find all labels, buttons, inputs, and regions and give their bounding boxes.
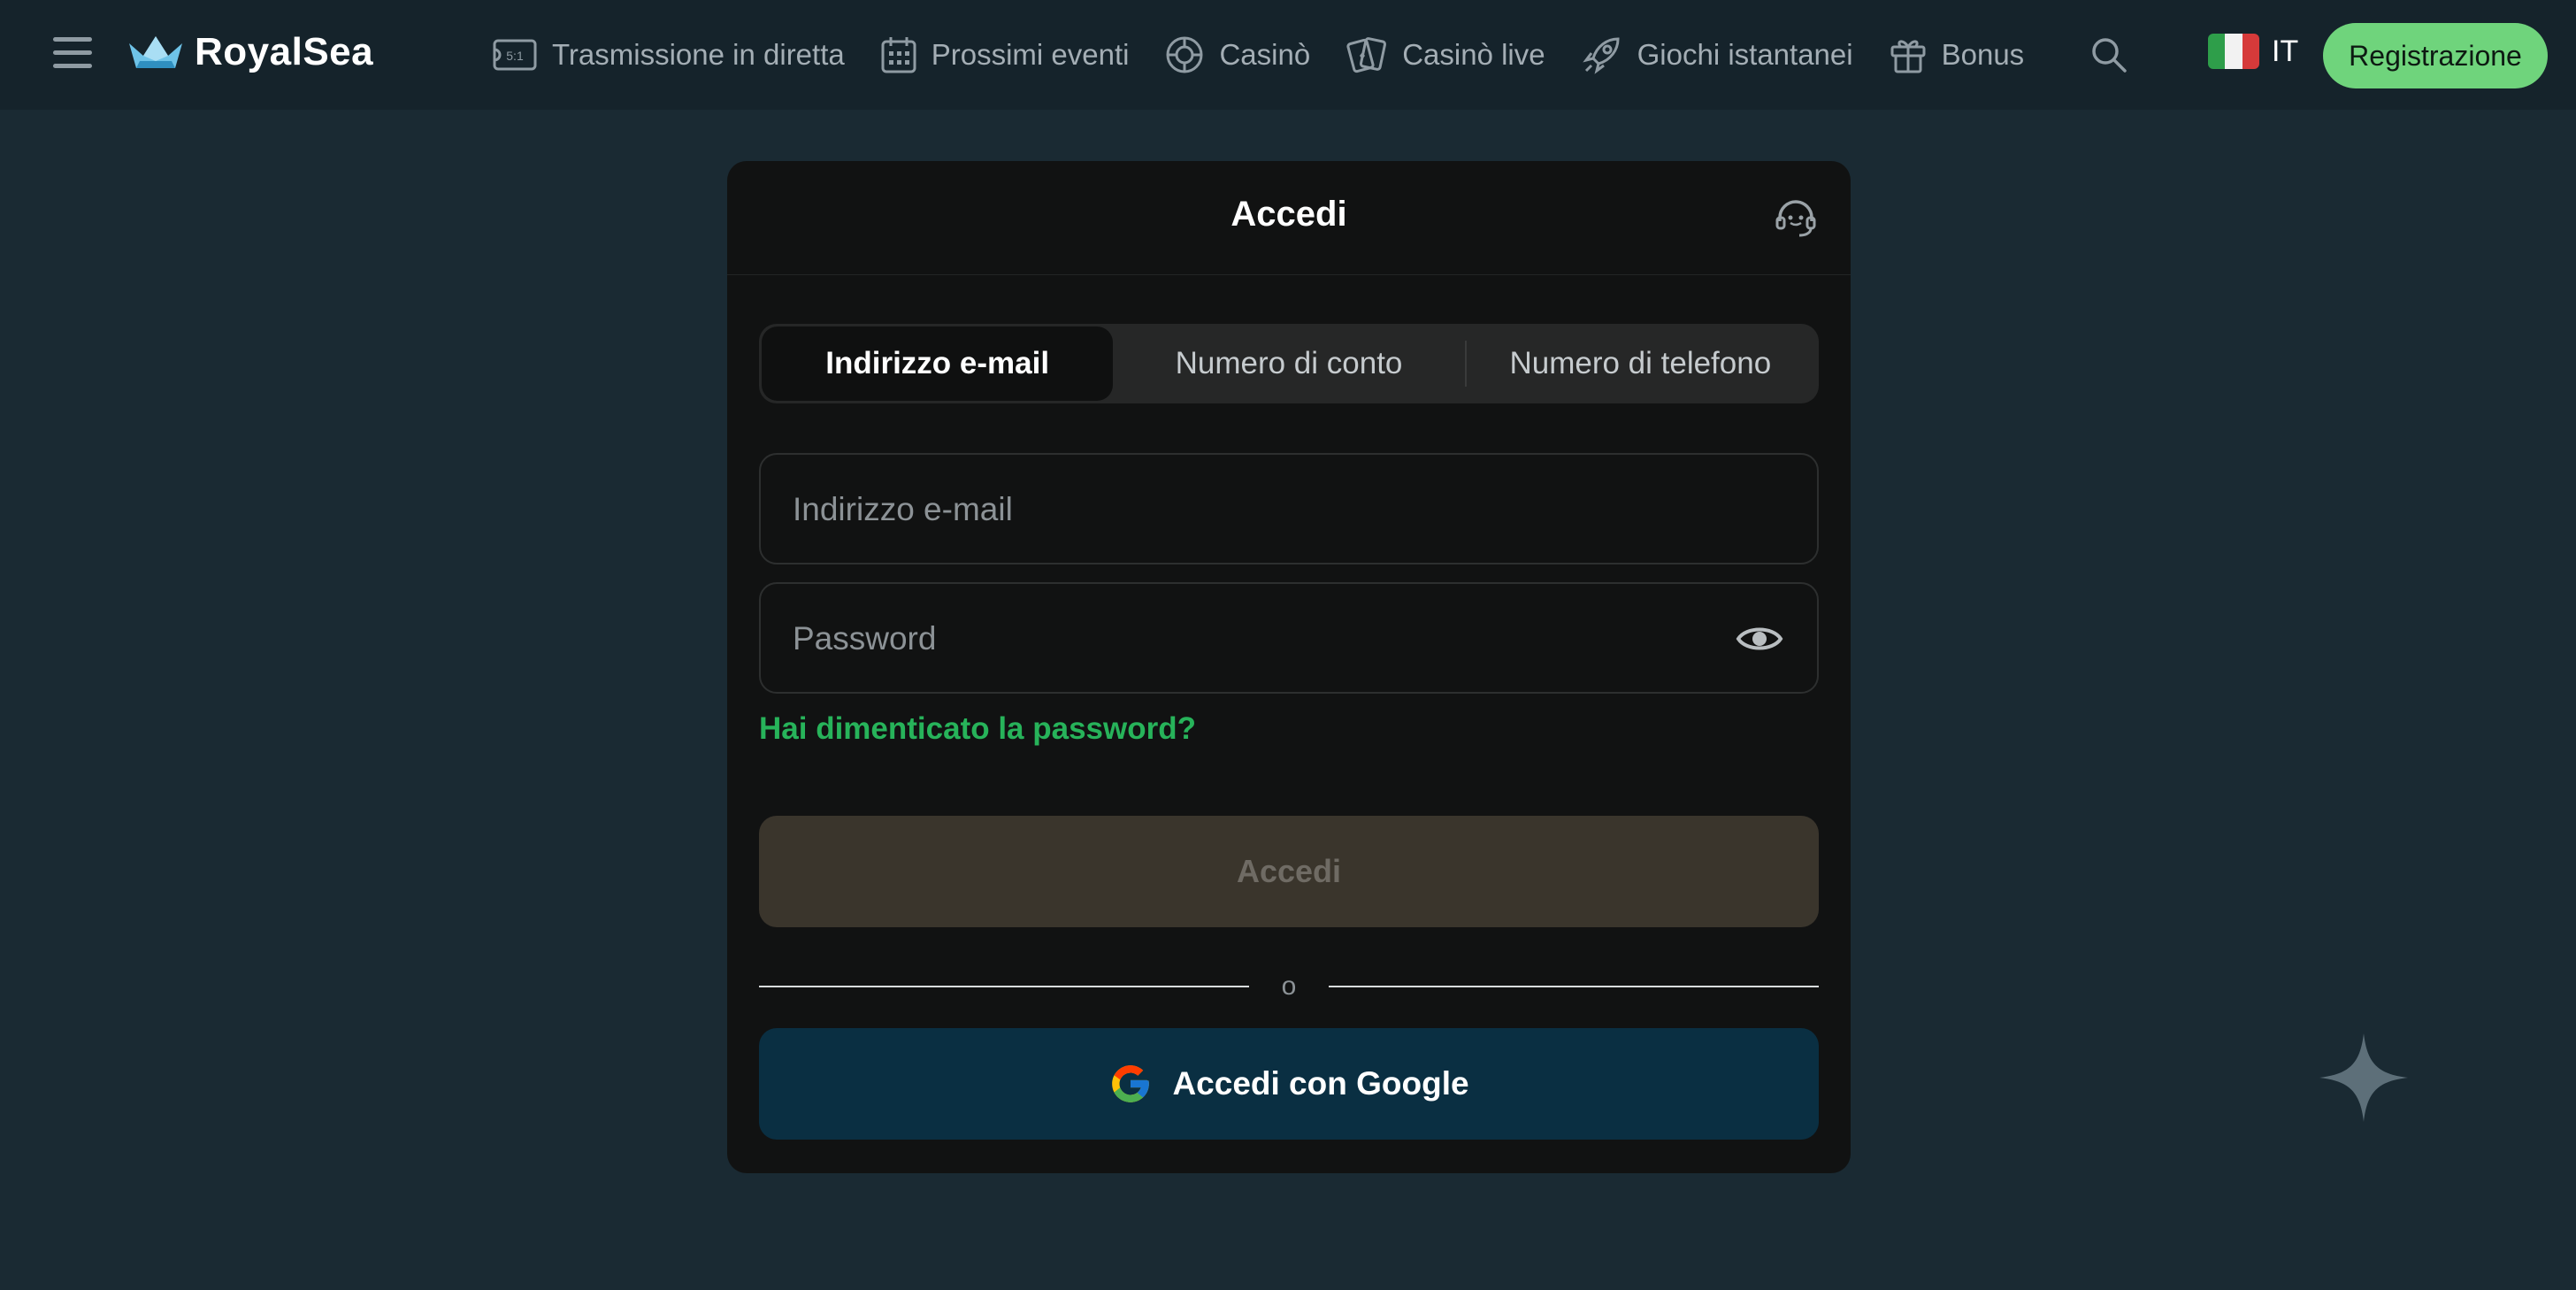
tab-divider [1464,341,1467,387]
login-modal: Accedi Indirizzo e-mail Numero di conto … [727,161,1851,1173]
separator-line [1329,986,1819,987]
roulette-icon [1166,36,1203,73]
cards-icon [1346,37,1387,73]
crown-logo-icon [129,36,182,68]
nav-item-live[interactable]: 5:1 Trasmissione in diretta [492,37,845,73]
italy-flag-icon [2208,34,2259,69]
tab-email[interactable]: Indirizzo e-mail [762,326,1114,401]
nav-label: Casinò [1219,38,1311,71]
nav-label: Trasmissione in diretta [552,38,845,71]
nav-label: Casinò live [1402,38,1545,71]
tab-account-number[interactable]: Numero di conto [1113,326,1464,401]
menu-icon[interactable] [53,37,92,71]
brand-logo[interactable]: RoyalSea [127,30,373,74]
password-input[interactable] [791,584,1679,694]
search-icon[interactable] [2089,35,2128,74]
email-field-container [759,453,1819,564]
calendar-icon [881,37,916,73]
password-field-container [759,582,1819,694]
nav-label: Giochi istantanei [1637,38,1853,71]
modal-header: Accedi [727,161,1851,275]
forgot-password-link[interactable]: Hai dimenticato la password? [759,711,1196,747]
gift-icon [1890,40,1926,73]
google-login-button[interactable]: Accedi con Google [759,1028,1819,1140]
login-submit-button[interactable]: Accedi [759,816,1819,927]
brand-name: RoyalSea [195,30,374,73]
svg-text:5:1: 5:1 [506,49,524,63]
google-button-label: Accedi con Google [1172,1065,1469,1102]
tab-label: Numero di telefono [1509,346,1772,380]
nav-item-bonus[interactable]: Bonus [1889,35,2025,75]
nav-item-upcoming[interactable]: Prossimi eventi [880,35,1130,74]
headset-support-icon[interactable] [1773,195,1819,241]
nav-item-instant-games[interactable]: Giochi istantanei [1581,34,1853,76]
language-selector[interactable]: IT [2208,34,2298,69]
nav-item-live-casino[interactable]: Casinò live [1346,35,1545,75]
nav-label: Prossimi eventi [931,38,1130,71]
nav-item-casino[interactable]: Casinò [1164,35,1310,75]
nav-label: Bonus [1941,38,2025,71]
login-method-tabs: Indirizzo e-mail Numero di conto Numero … [759,324,1819,403]
rocket-icon [1582,37,1620,74]
language-code: IT [2272,34,2299,68]
google-icon [1112,1065,1150,1102]
sparkle-icon [2319,1033,2408,1122]
or-separator: o [759,968,1819,1003]
modal-title: Accedi [1230,195,1347,234]
main-nav: 5:1 Trasmissione in diretta Prossimi eve… [492,0,2059,110]
email-input[interactable] [791,455,1679,564]
tab-label: Numero di conto [1175,346,1403,380]
show-password-eye-icon[interactable] [1736,619,1783,658]
ticket-icon: 5:1 [493,39,537,71]
tab-phone-number[interactable]: Numero di telefono [1464,326,1816,401]
register-button[interactable]: Registrazione [2323,23,2548,88]
top-navigation-bar: RoyalSea 5:1 Trasmissione in diretta Pro… [0,0,2576,110]
